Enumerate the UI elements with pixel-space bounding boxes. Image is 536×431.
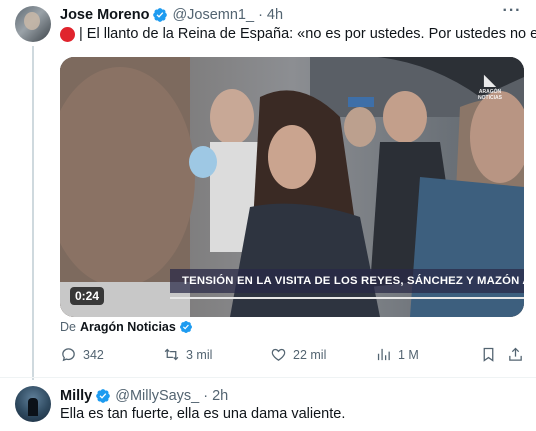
author-avatar[interactable] bbox=[15, 6, 51, 42]
video-banner: TENSIÓN EN LA VISITA DE LOS REYES, SÁNCH… bbox=[170, 269, 524, 293]
reply-author-handle[interactable]: @MillySays_ bbox=[115, 388, 199, 404]
more-options-icon[interactable]: ··· bbox=[502, 3, 522, 22]
video-player[interactable]: TENSIÓN EN LA VISITA DE LOS REYES, SÁNCH… bbox=[60, 57, 524, 317]
tweet-text-content: | El llanto de la Reina de España: «no e… bbox=[79, 26, 536, 42]
tweet-header: Jose Moreno @Josemn1_ · 4h bbox=[60, 6, 283, 24]
reply-button[interactable]: 342 bbox=[60, 346, 104, 363]
repost-icon bbox=[164, 348, 179, 361]
video-duration: 0:24 bbox=[70, 287, 105, 305]
watermark-text: ARAGÓN NOTICIAS bbox=[478, 89, 502, 101]
separator-dot: · bbox=[258, 7, 263, 23]
channel-watermark: ◣ ARAGÓN NOTICIAS bbox=[472, 73, 508, 102]
share-icon bbox=[509, 347, 522, 361]
media-source: De Aragón Noticias bbox=[60, 320, 197, 334]
verified-badge-icon bbox=[153, 8, 168, 22]
video-banner-underline bbox=[170, 297, 524, 299]
tweet-actions: 342 3 mil 22 mil 1 M bbox=[60, 346, 524, 366]
views-button[interactable]: 1 M bbox=[375, 346, 419, 363]
heart-icon bbox=[271, 348, 286, 361]
separator-dot: · bbox=[203, 388, 209, 404]
repost-count: 3 mil bbox=[186, 347, 213, 362]
like-button[interactable]: 22 mil bbox=[270, 346, 326, 363]
author-handle[interactable]: @Josemn1_ bbox=[172, 7, 254, 23]
reply-count: 342 bbox=[83, 347, 104, 362]
red-circle-emoji-icon bbox=[60, 26, 75, 42]
tweet-time[interactable]: 4h bbox=[267, 7, 283, 23]
author-name[interactable]: Jose Moreno bbox=[60, 7, 149, 23]
view-count: 1 M bbox=[398, 347, 419, 362]
reply-text: Ella es tan fuerte, ella es una dama val… bbox=[60, 406, 346, 422]
reply-author-avatar[interactable] bbox=[15, 386, 51, 422]
reply-author-name[interactable]: Milly bbox=[60, 388, 92, 404]
like-count: 22 mil bbox=[293, 347, 327, 362]
verified-badge-icon bbox=[96, 389, 111, 403]
tweet-text: | El llanto de la Reina de España: «no e… bbox=[60, 26, 536, 42]
source-name-link[interactable]: Aragón Noticias bbox=[80, 320, 176, 334]
reply-icon bbox=[62, 348, 75, 362]
bookmark-icon bbox=[483, 347, 494, 362]
verified-badge-icon bbox=[179, 321, 192, 333]
share-button[interactable] bbox=[507, 346, 524, 363]
reply-header: Milly @MillySays_ · 2h bbox=[60, 387, 228, 405]
source-prefix: De bbox=[60, 320, 76, 334]
tweet-divider bbox=[0, 377, 536, 378]
bookmark-button[interactable] bbox=[480, 346, 497, 363]
reply-time[interactable]: 2h bbox=[212, 388, 228, 404]
thread-line bbox=[32, 46, 34, 380]
analytics-icon bbox=[377, 348, 390, 361]
repost-button[interactable]: 3 mil bbox=[163, 346, 212, 363]
